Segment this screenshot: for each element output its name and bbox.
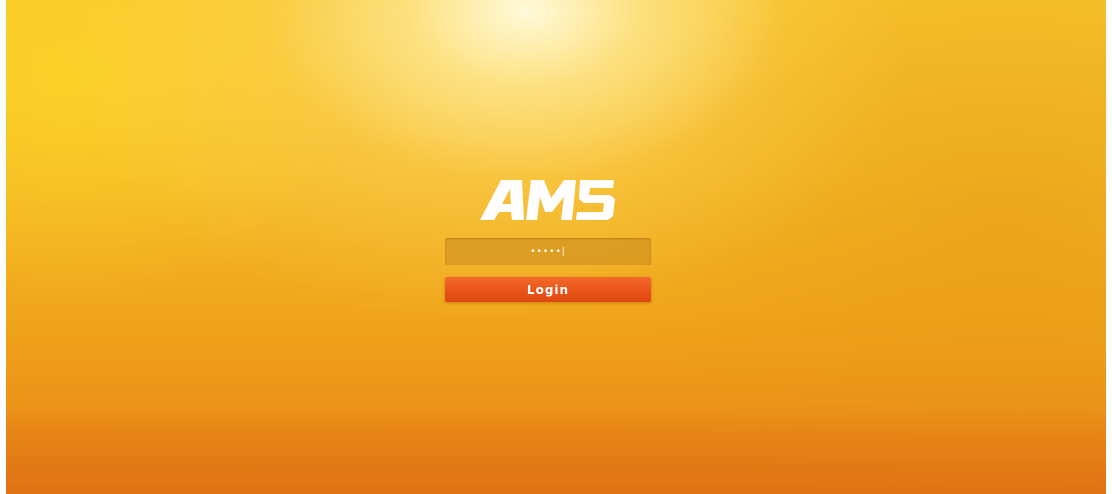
login-screen: Login <box>6 0 1106 494</box>
login-form: Login <box>445 176 651 302</box>
ams-logo <box>480 180 615 220</box>
login-button[interactable]: Login <box>445 277 651 302</box>
password-field[interactable] <box>445 238 651 265</box>
